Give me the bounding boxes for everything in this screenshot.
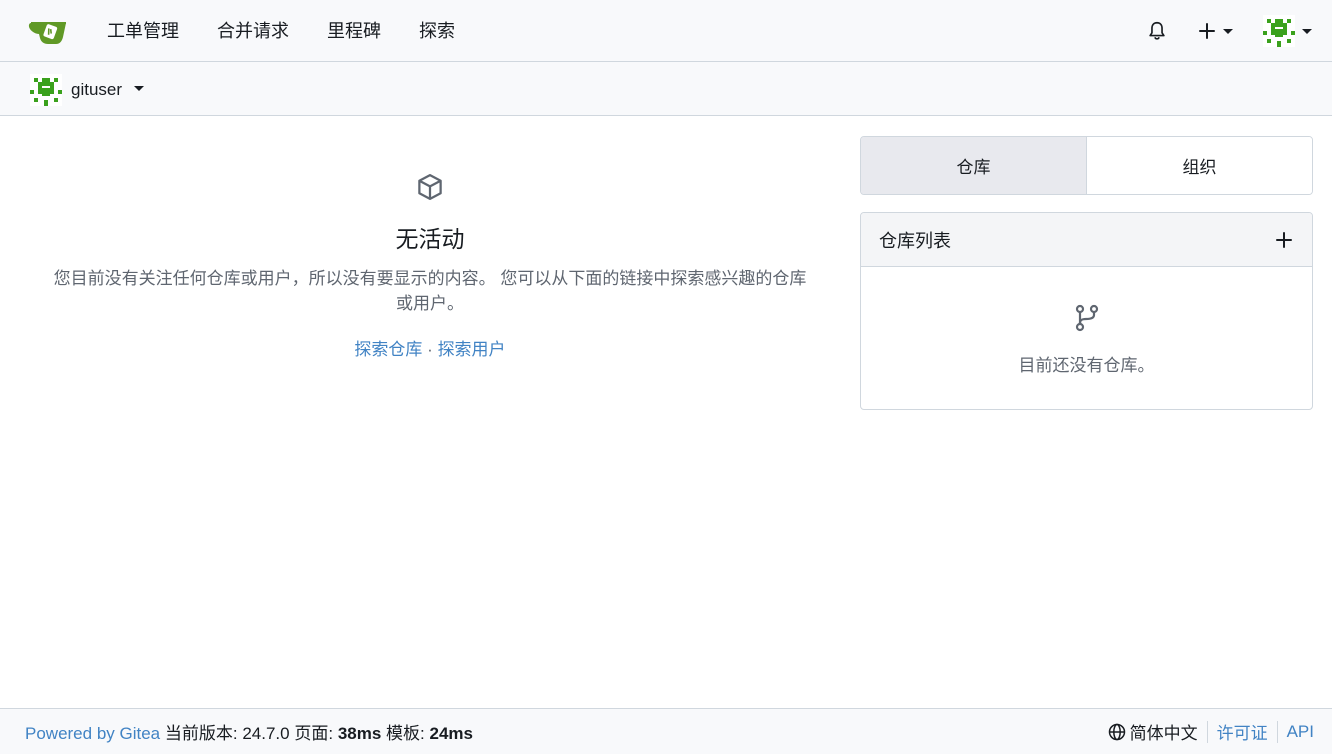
version-value: 24.7.0	[242, 724, 290, 743]
repo-list-body: 目前还没有仓库。	[861, 267, 1312, 409]
context-username: gituser	[71, 80, 123, 99]
bell-icon	[1149, 21, 1165, 40]
tab-repositories[interactable]: 仓库	[861, 137, 1087, 194]
repo-list-title: 仓库列表	[879, 230, 951, 251]
nav-right	[1116, 0, 1312, 62]
nav-pull-requests[interactable]: 合并请求	[198, 0, 308, 62]
explore-repos-link[interactable]: 探索仓库	[354, 340, 422, 359]
footer-info: Powered by Gitea 当前版本: 24.7.0 页面: 38ms 模…	[25, 719, 473, 744]
package-icon	[418, 174, 442, 200]
user-menu-dropdown[interactable]	[1263, 15, 1312, 47]
empty-feed-title: 无活动	[395, 226, 465, 252]
nav-milestones[interactable]: 里程碑	[308, 0, 400, 62]
chevron-down-icon	[1302, 28, 1312, 34]
explore-links: 探索仓库 · 探索用户	[40, 335, 820, 360]
main-nav: 工单管理 合并请求 里程碑 探索	[88, 0, 474, 62]
page-time-label: 页面:	[294, 724, 334, 743]
license-link[interactable]: 许可证	[1217, 719, 1268, 744]
avatar	[30, 74, 62, 106]
chevron-down-icon	[1223, 28, 1233, 34]
create-new-dropdown[interactable]	[1198, 22, 1233, 40]
explore-users-link[interactable]: 探索用户	[438, 340, 506, 359]
link-separator: ·	[427, 340, 433, 359]
page-time-value: 38ms	[337, 724, 382, 743]
nav-issues[interactable]: 工单管理	[88, 0, 198, 62]
language-selector[interactable]: 简体中文	[1108, 719, 1198, 744]
empty-feed-description: 您目前没有关注任何仓库或用户，所以没有要显示的内容。 您可以从下面的链接中探索感…	[53, 269, 807, 313]
context-user-switcher[interactable]: gituser	[30, 74, 145, 106]
chevron-down-icon	[134, 85, 145, 91]
new-repo-button[interactable]	[1274, 230, 1294, 250]
context-bar: gituser	[0, 62, 1332, 116]
version-label: 当前版本:	[164, 724, 238, 743]
footer-links: 简体中文 许可证 API	[1108, 719, 1314, 744]
empty-repos-text: 目前还没有仓库。	[1018, 356, 1155, 375]
avatar	[1263, 15, 1295, 47]
footer-divider	[1206, 720, 1208, 743]
nav-explore[interactable]: 探索	[400, 0, 474, 62]
top-navbar: 工单管理 合并请求 里程碑 探索	[0, 0, 1332, 62]
repo-list-panel: 仓库列表 目前还没有仓库。	[860, 212, 1313, 410]
language-label: 简体中文	[1129, 724, 1198, 743]
footer: Powered by Gitea 当前版本: 24.7.0 页面: 38ms 模…	[0, 708, 1332, 754]
notifications-button[interactable]	[1146, 20, 1168, 42]
plus-icon	[1276, 231, 1292, 248]
plus-icon	[1199, 23, 1215, 39]
repo-list-header: 仓库列表	[861, 213, 1312, 267]
api-link[interactable]: API	[1287, 722, 1314, 742]
dashboard-tabs: 仓库 组织	[860, 136, 1313, 195]
repo-forked-icon	[1075, 304, 1099, 332]
globe-icon	[1108, 723, 1125, 740]
footer-divider	[1276, 720, 1278, 743]
powered-by-link[interactable]: Powered by Gitea	[25, 724, 160, 743]
gitea-logo-icon[interactable]	[28, 14, 68, 48]
tab-organizations[interactable]: 组织	[1087, 137, 1312, 194]
template-time-value: 24ms	[429, 724, 473, 743]
template-time-label: 模板:	[386, 724, 425, 743]
